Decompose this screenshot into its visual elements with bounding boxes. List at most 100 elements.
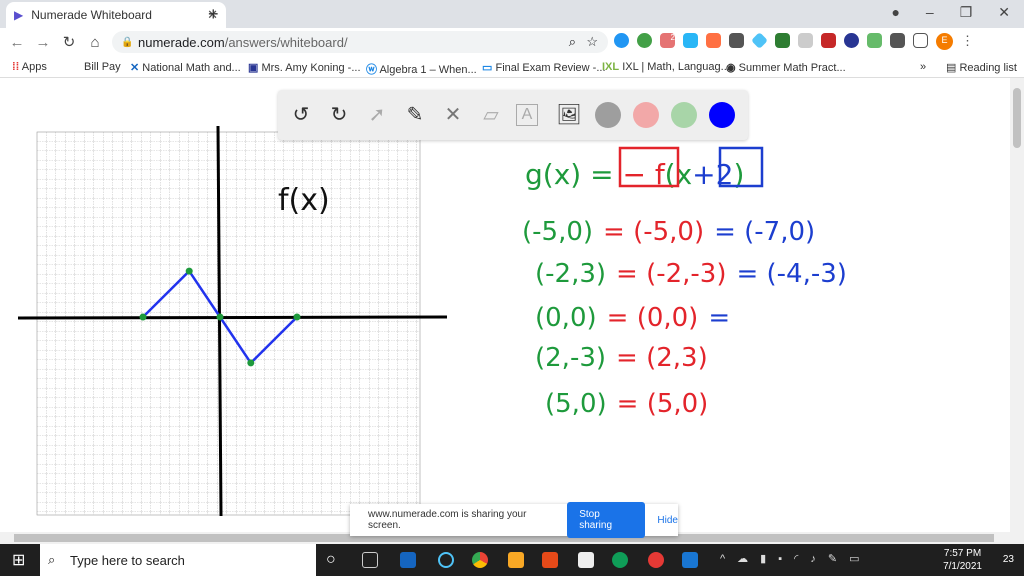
bookmark-mrs-amy-koning[interactable]: ▣ Mrs. Amy Koning -...	[248, 61, 361, 74]
bookmark-summer-math[interactable]: ◉ Summer Math Pract...	[726, 61, 846, 74]
back-icon[interactable]: ←	[4, 34, 30, 51]
x-axis	[17, 315, 448, 320]
hide-button[interactable]: Hide	[657, 515, 678, 526]
notifications-icon[interactable]: 23	[1003, 554, 1014, 565]
row-orig: (-2,3)	[535, 259, 606, 289]
tools-icon[interactable]: ✕	[440, 102, 466, 128]
more-bookmarks-icon[interactable]: »	[920, 61, 926, 73]
taskbar-search-input[interactable]: ⌕ Type here to search	[40, 544, 316, 576]
bookmark-ixl[interactable]: IXL IXL | Math, Languag...	[602, 61, 730, 73]
row-refl: = (-5,0)	[603, 217, 704, 247]
tab-title: Numerade Whiteboard	[31, 8, 152, 22]
task-view-icon[interactable]	[362, 552, 378, 568]
row-orig: (5,0)	[545, 389, 607, 419]
extension-icon[interactable]: 2	[660, 33, 675, 48]
clock[interactable]: 7:57 PM 7/1/2021	[943, 547, 982, 573]
cast-icon[interactable]	[913, 33, 928, 48]
minimize-button[interactable]: –	[926, 4, 934, 21]
reading-list[interactable]: ▤ Reading list	[946, 61, 1017, 74]
app-icon[interactable]	[648, 552, 664, 568]
extension-icon[interactable]	[844, 33, 859, 48]
reload-icon[interactable]: ↻	[56, 33, 82, 51]
bookmark-star-icon[interactable]: ☆	[586, 34, 598, 50]
select-pointer-icon[interactable]: ➚	[364, 102, 390, 128]
url-domain: numerade.com	[138, 34, 225, 50]
whiteboard-canvas[interactable]: f(x) g(x) = − f(x+2) (-5,0) = (-5,0) = (-7…	[0, 78, 1010, 532]
extension-icon[interactable]	[683, 33, 698, 48]
search-placeholder: Type here to search	[70, 552, 185, 568]
row-result: = (-7,0)	[714, 217, 815, 247]
numerade-logo-icon: ▶	[14, 8, 24, 22]
graph-point	[139, 313, 147, 321]
edge-icon[interactable]	[612, 552, 628, 568]
profile-menu-icon[interactable]: ●	[891, 4, 899, 21]
extension-icon[interactable]	[798, 33, 813, 48]
pdf-extension-icon[interactable]	[821, 33, 836, 48]
pen-icon[interactable]: ✎	[402, 102, 428, 128]
color-green-swatch[interactable]	[671, 102, 697, 128]
undo-icon[interactable]: ↺	[288, 102, 314, 128]
app-icon[interactable]	[438, 552, 454, 568]
eraser-icon[interactable]: ▱	[478, 102, 504, 128]
extensions-puzzle-icon[interactable]	[890, 33, 905, 48]
address-bar-row: ← → ↻ ⌂ 🔒 numerade.com/answers/whiteboar…	[0, 28, 1024, 56]
graph-grid	[36, 131, 421, 516]
whiteboard-toolbar: ↺ ↻ ➚ ✎ ✕ ▱ A 🖼	[278, 90, 748, 140]
row-refl: = (0,0)	[607, 303, 699, 333]
restore-button[interactable]: ❐	[960, 4, 973, 21]
graph-point	[293, 313, 301, 321]
forward-icon[interactable]: →	[30, 34, 56, 51]
store-icon[interactable]	[578, 552, 594, 568]
new-tab-button[interactable]: +	[208, 4, 219, 25]
color-pink-swatch[interactable]	[633, 102, 659, 128]
bookmark-algebra-1[interactable]: ⓦ Algebra 1 – When...	[366, 61, 477, 77]
vertical-scrollbar[interactable]	[1010, 78, 1024, 532]
extension-icon[interactable]	[751, 32, 768, 49]
row-refl: = (2,3)	[616, 343, 708, 373]
bookmark-final-exam-review[interactable]: ▭ Final Exam Review -...	[482, 61, 606, 74]
image-icon[interactable]: 🖼	[556, 102, 582, 128]
url-input[interactable]: 🔒 numerade.com/answers/whiteboard/ ⌕ ☆	[112, 31, 608, 53]
extension-icon[interactable]	[775, 33, 790, 48]
stop-sharing-button[interactable]: Stop sharing	[567, 502, 646, 538]
tab-numerade[interactable]: ▶ Numerade Whiteboard ✕	[6, 2, 226, 28]
cortana-icon[interactable]: ○	[326, 551, 336, 569]
graph-point	[216, 313, 224, 321]
snip-icon[interactable]	[542, 552, 558, 568]
extension-icon[interactable]	[614, 33, 629, 48]
share-message: www.numerade.com is sharing your screen.	[368, 509, 527, 531]
app-icon[interactable]	[400, 552, 416, 568]
avatar[interactable]: E	[936, 33, 953, 50]
row-orig: (-5,0)	[522, 217, 593, 247]
bookmark-national-math[interactable]: ✕ National Math and...	[130, 61, 241, 74]
bookmarks-bar: ⁞⁞ Apps Bill Pay ✕ National Math and... …	[0, 56, 1024, 78]
lock-icon: 🔒	[121, 36, 134, 48]
zoom-icon[interactable]: ⌕	[569, 34, 576, 50]
redo-icon[interactable]: ↻	[326, 102, 352, 128]
chrome-icon[interactable]	[472, 552, 488, 568]
row-refl: = (5,0)	[617, 389, 709, 419]
windows-start-icon[interactable]: ⊞	[12, 550, 25, 570]
extension-icon[interactable]	[729, 33, 744, 48]
home-icon[interactable]: ⌂	[82, 34, 108, 51]
outlook-icon[interactable]	[682, 552, 698, 568]
color-blue-swatch[interactable]	[709, 102, 735, 128]
extension-icon[interactable]	[706, 33, 721, 48]
bookmark-apps[interactable]: ⁞⁞ Apps	[12, 61, 47, 73]
row-refl: = (-2,-3)	[616, 259, 726, 289]
graph-point	[247, 359, 255, 367]
text-tool-icon[interactable]: A	[516, 104, 538, 126]
file-explorer-icon[interactable]	[508, 552, 524, 568]
graph-point	[185, 267, 193, 275]
system-tray-icons[interactable]: ^☁▮▪◜♪✎▭	[720, 552, 871, 565]
color-gray-swatch[interactable]	[595, 102, 621, 128]
close-window-button[interactable]: ✕	[998, 4, 1010, 21]
row-orig: (0,0)	[535, 303, 597, 333]
extension-icon[interactable]	[867, 33, 882, 48]
bookmark-bill-pay[interactable]: Bill Pay	[84, 61, 121, 73]
menu-icon[interactable]: ⋮	[961, 33, 974, 50]
taskbar: ⊞ ⌕ Type here to search ○ ^☁▮▪◜♪✎▭ 7:57 …	[0, 544, 1024, 576]
extension-icon[interactable]	[637, 33, 652, 48]
search-icon: ⌕	[48, 552, 56, 567]
graph-label: f(x)	[278, 183, 330, 218]
